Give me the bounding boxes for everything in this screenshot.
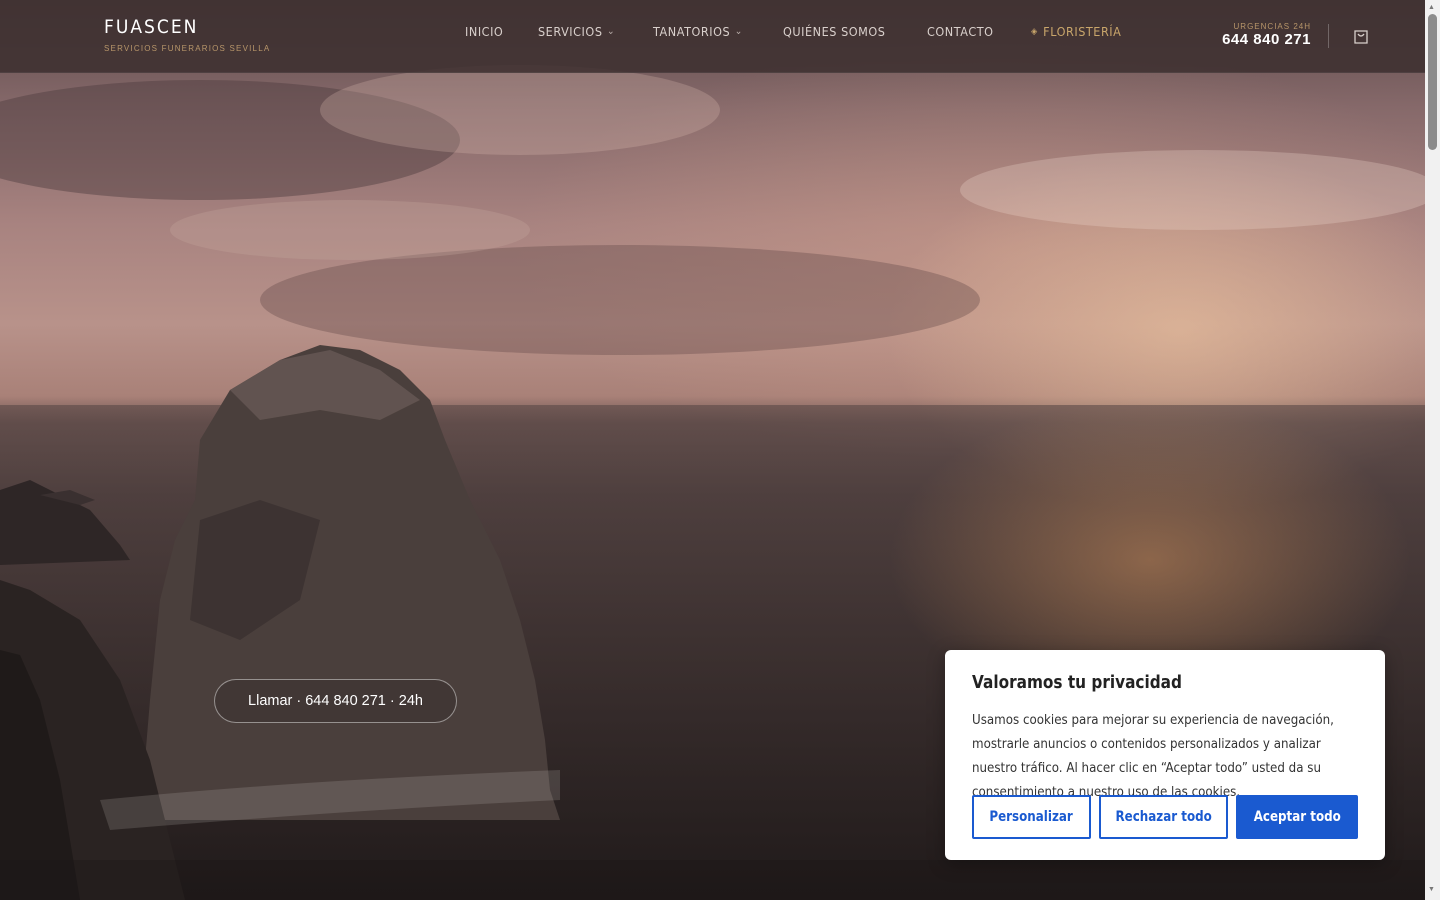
cookie-text: Usamos cookies para mejorar su experienc… <box>972 712 1334 800</box>
scrollbar-thumb[interactable] <box>1428 14 1437 150</box>
call-button[interactable]: Llamar · 644 840 271 · 24h <box>214 679 457 723</box>
top-navbar: FUASCEN SERVICIOS FUNERARIOS SEVILLA INI… <box>0 0 1425 73</box>
scroll-down-arrow-icon[interactable]: ▼ <box>1428 886 1435 893</box>
diamond-icon: ◈ <box>1030 26 1038 37</box>
nav-label: SERVICIOS <box>537 24 603 39</box>
chevron-down-icon: ⌄ <box>734 26 744 37</box>
scroll-up-arrow-icon[interactable]: ▲ <box>1428 4 1435 11</box>
cookie-consent-banner: Valoramos tu privacidad Usamos cookies p… <box>945 650 1385 860</box>
nav-label: CONTACTO <box>926 24 994 39</box>
nav-inicio[interactable]: INICIO <box>465 24 503 39</box>
nav-label: TANATORIOS <box>653 24 731 39</box>
nav-quienes-somos[interactable]: QUIÉNES SOMOS <box>783 24 885 39</box>
reject-all-button[interactable]: Rechazar todo <box>1099 795 1228 839</box>
nav-label: FLORISTERÍA <box>1042 24 1122 39</box>
nav-label: QUIÉNES SOMOS <box>783 24 886 39</box>
header-phone-link[interactable]: 644 840 271 <box>1222 31 1311 48</box>
customize-label: Personalizar <box>989 809 1074 825</box>
nav-contacto[interactable]: CONTACTO <box>927 24 994 39</box>
shopping-bag-icon[interactable] <box>1352 27 1370 45</box>
accept-label: Aceptar todo <box>1253 809 1341 825</box>
customize-button[interactable]: Personalizar <box>972 795 1091 839</box>
accept-all-button[interactable]: Aceptar todo <box>1236 795 1358 839</box>
cookie-title: Valoramos tu privacidad <box>972 672 1182 693</box>
urgencias-label: URGENCIAS 24H <box>1233 22 1311 31</box>
chevron-down-icon: ⌄ <box>606 26 615 37</box>
nav-label: INICIO <box>465 24 504 39</box>
logo-title[interactable]: FUASCEN <box>104 16 198 38</box>
logo-subtitle: SERVICIOS FUNERARIOS SEVILLA <box>104 44 271 53</box>
main-nav: INICIO SERVICIOS ⌄ TANATORIOS ⌄ QUIÉNES … <box>465 24 1161 39</box>
nav-servicios[interactable]: SERVICIOS ⌄ <box>538 24 615 39</box>
nav-floristeria[interactable]: ◈ FLORISTERÍA <box>1031 24 1121 39</box>
reject-label: Rechazar todo <box>1115 809 1212 825</box>
header-divider <box>1328 24 1329 48</box>
nav-tanatorios[interactable]: TANATORIOS ⌄ <box>653 24 743 39</box>
